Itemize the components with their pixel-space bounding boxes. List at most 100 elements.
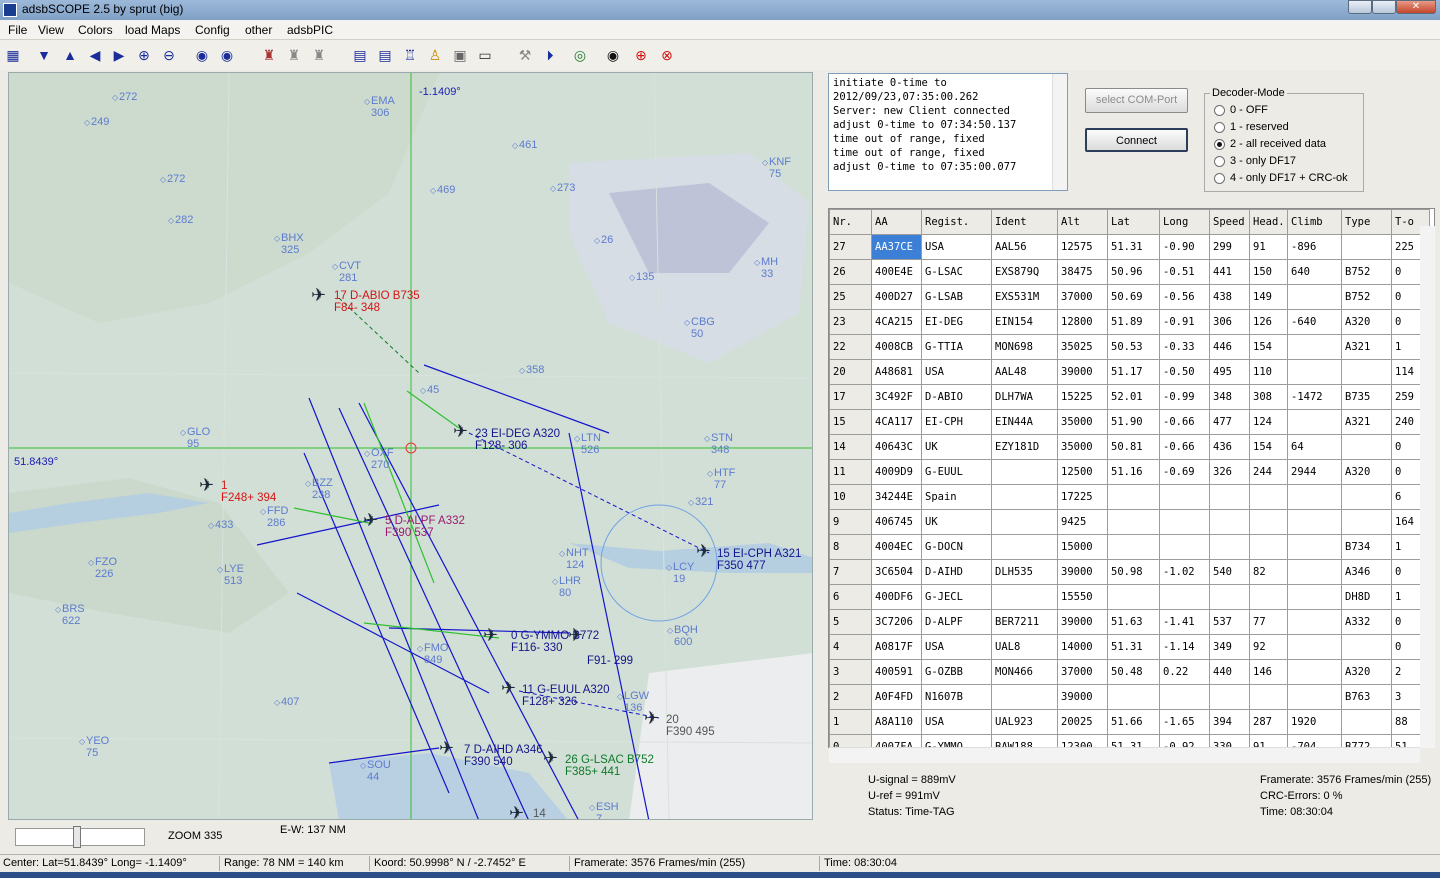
decoder-option-1[interactable]: 1 - reserved [1214, 121, 1289, 133]
table-cell[interactable]: 92 [1249, 634, 1288, 660]
table-cell[interactable] [1107, 684, 1160, 710]
table-cell[interactable]: 5 [829, 609, 872, 635]
table-cell[interactable]: MON698 [991, 334, 1058, 360]
table-row[interactable]: 23 4CA215 EI-DEG EIN154 12800 51.89 -0.91 306 12… [829, 309, 1430, 335]
table-cell[interactable]: -0.91 [1159, 309, 1210, 335]
table-cell[interactable]: 2944 [1287, 459, 1342, 485]
waypoint-marker[interactable]: ◇ 282 [168, 214, 193, 226]
table-cell[interactable] [1159, 584, 1210, 610]
table-cell[interactable]: 40643C [871, 434, 922, 460]
table-cell[interactable] [1159, 484, 1210, 510]
table-cell[interactable]: 22 [829, 334, 872, 360]
table-cell[interactable]: USA [921, 359, 992, 385]
table-cell[interactable]: 110 [1249, 359, 1288, 385]
menu-colors[interactable]: Colors [78, 23, 113, 37]
table-cell[interactable] [1341, 484, 1392, 510]
table-cell[interactable]: -0.66 [1159, 409, 1210, 435]
waypoint-marker[interactable]: ◇ 358 [519, 364, 544, 376]
waypoint-marker[interactable]: ◇ 461 [512, 139, 537, 151]
table-cell[interactable]: 17225 [1057, 484, 1108, 510]
table-cell[interactable]: 17 [829, 384, 872, 410]
table-cell[interactable] [1209, 684, 1250, 710]
table-cell[interactable]: 37000 [1057, 284, 1108, 310]
table-row[interactable]: 27 AA37CE USA AAL56 12575 51.31 -0.90 299 91 -896… [829, 234, 1430, 260]
decoder-option-3[interactable]: 3 - only DF17 [1214, 155, 1296, 167]
table-cell[interactable]: A0817F [871, 634, 922, 660]
table-cell[interactable]: MON466 [991, 659, 1058, 685]
table-cell[interactable]: 3C6504 [871, 559, 922, 585]
crosshair-icon[interactable]: ⊕ [630, 44, 652, 66]
table-cell[interactable]: 438 [1209, 284, 1250, 310]
table-cell[interactable] [991, 684, 1058, 710]
table-cell[interactable]: 51.89 [1107, 309, 1160, 335]
table-cell[interactable]: 306 [1209, 309, 1250, 335]
table-cell[interactable]: A320 [1341, 309, 1392, 335]
table-cell[interactable]: 20025 [1057, 709, 1108, 735]
table-cell[interactable]: EXS879Q [991, 259, 1058, 285]
table-cell[interactable]: UK [921, 434, 992, 460]
table-cell[interactable]: 2 [829, 684, 872, 710]
table-cell[interactable]: -0.92 [1159, 734, 1210, 747]
tools-icon[interactable]: ⚒ [514, 44, 536, 66]
table-cell[interactable]: DLH7WA [991, 384, 1058, 410]
table-cell[interactable]: 25 [829, 284, 872, 310]
table-row[interactable]: 25 400D27 G-LSAB EXS531M 37000 50.69 -0.56 438 1… [829, 284, 1430, 310]
table-cell[interactable] [1249, 534, 1288, 560]
waypoint-marker[interactable]: ◇ 26 [594, 234, 613, 246]
table-cell[interactable]: 287 [1249, 709, 1288, 735]
table-cell[interactable]: A320 [1341, 459, 1392, 485]
table-cell[interactable]: 51.16 [1107, 459, 1160, 485]
column-header[interactable]: Ident [991, 209, 1058, 235]
table-row[interactable]: 7 3C6504 D-AIHD DLH535 39000 50.98 -1.02 540 82 A… [829, 559, 1430, 585]
table-cell[interactable]: EXS531M [991, 284, 1058, 310]
table-cell[interactable]: 15225 [1057, 384, 1108, 410]
table-cell[interactable]: 15 [829, 409, 872, 435]
waypoint-marker[interactable]: ◇ 321 [688, 496, 713, 508]
menu-config[interactable]: Config [195, 23, 230, 37]
table-cell[interactable]: A321 [1341, 334, 1392, 360]
tower-icon[interactable]: ♖ [399, 44, 421, 66]
table-cell[interactable]: 244 [1249, 459, 1288, 485]
table-cell[interactable]: DH8D [1341, 584, 1392, 610]
table-cell[interactable]: Spain [921, 484, 992, 510]
table-cell[interactable]: 299 [1209, 234, 1250, 260]
table-cell[interactable]: 7 [829, 559, 872, 585]
table-cell[interactable]: 51.31 [1107, 234, 1160, 260]
globe-green-icon[interactable]: ◉ [216, 44, 238, 66]
table-cell[interactable] [1249, 509, 1288, 535]
table-cell[interactable]: G-LSAC [921, 259, 992, 285]
table-cell[interactable]: B735 [1341, 384, 1392, 410]
table-cell[interactable]: USA [921, 634, 992, 660]
table-cell[interactable] [1159, 684, 1210, 710]
waypoint-marker[interactable]: ◇ 272 [160, 173, 185, 185]
table-cell[interactable]: 436 [1209, 434, 1250, 460]
table-cell[interactable]: 15550 [1057, 584, 1108, 610]
table-cell[interactable] [1107, 584, 1160, 610]
table-cell[interactable] [1249, 684, 1288, 710]
table-cell[interactable]: D-ABIO [921, 384, 992, 410]
maximize-button[interactable] [1372, 0, 1396, 14]
table-cell[interactable]: 406745 [871, 509, 922, 535]
table-cell[interactable]: -0.33 [1159, 334, 1210, 360]
log-scrollbar[interactable] [1052, 74, 1067, 190]
waypoint-marker[interactable]: ◇ 45 [420, 384, 439, 396]
table-cell[interactable]: 23 [829, 309, 872, 335]
table-row[interactable]: 3 400591 G-OZBB MON466 37000 50.48 0.22 440 146 A… [829, 659, 1430, 685]
table-cell[interactable]: 50.48 [1107, 659, 1160, 685]
table-cell[interactable] [1287, 359, 1342, 385]
waypoint-marker[interactable]: ◇ 272 [112, 91, 137, 103]
table-cell[interactable]: 3C7206 [871, 609, 922, 635]
connect-button[interactable]: Connect [1085, 128, 1188, 152]
table-cell[interactable]: 10 [829, 484, 872, 510]
table-cell[interactable]: -896 [1287, 234, 1342, 260]
table-cell[interactable]: G-JECL [921, 584, 992, 610]
menu-adsbpic[interactable]: adsbPIC [287, 23, 333, 37]
table-cell[interactable]: G-OZBB [921, 659, 992, 685]
table-cell[interactable] [1249, 484, 1288, 510]
table-cell[interactable]: 34244E [871, 484, 922, 510]
table-cell[interactable]: 77 [1249, 609, 1288, 635]
table-cell[interactable]: 15000 [1057, 534, 1108, 560]
table-cell[interactable]: 38475 [1057, 259, 1108, 285]
aircraft-table[interactable]: Nr. AA Regist. Ident Alt Lat Long Speed Head. Cli… [828, 208, 1435, 748]
column-header[interactable]: Type [1341, 209, 1392, 235]
